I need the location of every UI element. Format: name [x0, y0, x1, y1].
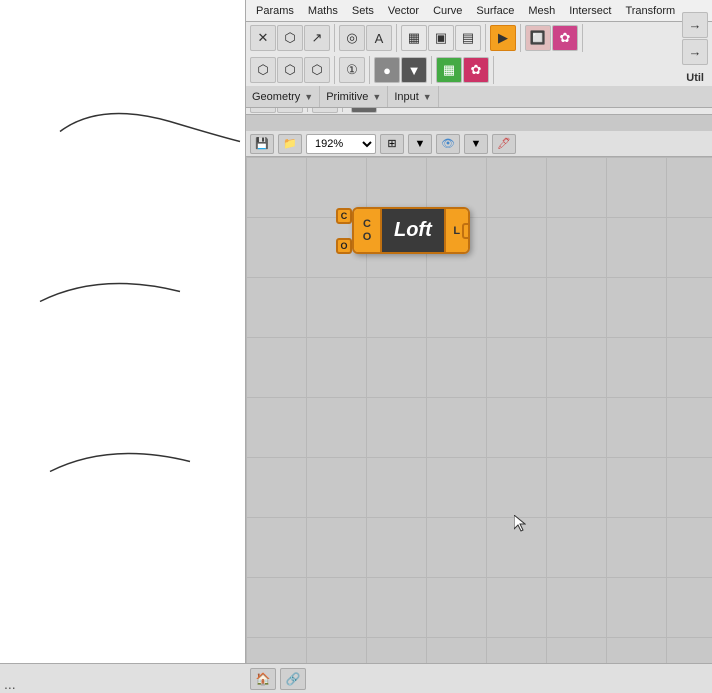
menu-curve[interactable]: Curve: [427, 3, 468, 19]
zoom-select[interactable]: 192%: [306, 134, 376, 154]
node-body[interactable]: C O Loft L: [352, 207, 470, 254]
primitive-label: Primitive: [326, 91, 368, 103]
input-label: Input: [394, 91, 418, 103]
menu-surface[interactable]: Surface: [470, 3, 520, 19]
node-inputs: C O: [336, 208, 352, 254]
left-panel: [0, 0, 246, 663]
menu-sets[interactable]: Sets: [346, 3, 380, 19]
curves-svg: [0, 0, 246, 663]
toolbar-row-1: ✕ ⬡ ↗ ◎ A ▦ ▣ ▤ ▶ 🔲 ✿ → →: [246, 22, 712, 54]
toolbar-section-r2-3: ▦ ✿: [436, 56, 494, 84]
toolbar-btn-text[interactable]: A: [366, 25, 392, 51]
canvas-grid: [246, 157, 712, 663]
category-bar: Geometry ▼ Primitive ▼ Input ▼: [246, 86, 712, 108]
toolbar-btn-cog[interactable]: ⬡: [277, 25, 303, 51]
toolbar-section-3: ▦ ▣ ▤: [401, 24, 486, 52]
node-output-port[interactable]: [462, 223, 470, 239]
arrow-right-1[interactable]: →: [682, 12, 708, 38]
node-port-o[interactable]: O: [336, 238, 352, 254]
toolbar-section-r2-1: ⬡ ⬡ ⬡: [250, 56, 335, 84]
node-title: Loft: [394, 219, 432, 242]
bottom-left-bar: ...: [0, 663, 246, 693]
node-right-label-l: L: [453, 225, 460, 237]
node-left-label-o: O: [363, 231, 372, 243]
util-label: Util: [686, 72, 704, 84]
toolbar-btn-pink[interactable]: 🔲: [525, 25, 551, 51]
save-btn[interactable]: 💾: [250, 134, 274, 154]
btn-hex3[interactable]: ⬡: [304, 57, 330, 83]
btn-input-circle[interactable]: ●: [374, 57, 400, 83]
toolbar-btn-sq2[interactable]: ▤: [455, 25, 481, 51]
toolbar-section-input: ● ▼: [374, 56, 432, 84]
node-top-indicator: [404, 207, 418, 209]
btn-red[interactable]: ✿: [463, 57, 489, 83]
toolbar-btn-sq1[interactable]: ▣: [428, 25, 454, 51]
toolbar-btn-cherry[interactable]: ✿: [552, 25, 578, 51]
dropdown-btn[interactable]: ▼: [408, 134, 432, 154]
loft-node[interactable]: C O C O Loft L: [336, 207, 470, 254]
view-bar: 💾 📁 192% ⊞ ▼ 👁 ▼ 🖊: [246, 131, 712, 157]
menu-transform[interactable]: Transform: [619, 3, 681, 19]
node-left-label-c: C: [363, 218, 371, 230]
toolbar-section-2: ◎ A: [339, 24, 397, 52]
geometry-arrow: ▼: [304, 92, 313, 102]
btn-hex1[interactable]: ⬡: [250, 57, 276, 83]
input-arrow: ▼: [423, 92, 432, 102]
toolbar-btn-circle[interactable]: ◎: [339, 25, 365, 51]
btn-num[interactable]: ①: [339, 57, 365, 83]
eye-btn[interactable]: 👁: [436, 134, 460, 154]
menu-intersect[interactable]: Intersect: [563, 3, 617, 19]
menu-maths[interactable]: Maths: [302, 3, 344, 19]
bottom-bar: 🏠 🔗: [246, 663, 712, 693]
toolbar-btn-x[interactable]: ✕: [250, 25, 276, 51]
menu-bar: Params Maths Sets Vector Curve Surface M…: [246, 0, 712, 22]
toolbar-section-4: ▶: [490, 24, 521, 52]
bottom-btn-home[interactable]: 🏠: [250, 668, 276, 690]
brush-btn[interactable]: 🖊: [492, 134, 516, 154]
primitive-category[interactable]: Primitive ▼: [320, 86, 388, 107]
canvas-area[interactable]: C O C O Loft L: [246, 157, 712, 663]
footer-dots: ...: [4, 676, 16, 692]
bottom-btn-link[interactable]: 🔗: [280, 668, 306, 690]
fit-btn[interactable]: ⊞: [380, 134, 404, 154]
toolbar-btn-cursor[interactable]: ↗: [304, 25, 330, 51]
toolbar-section-5: 🔲 ✿: [525, 24, 583, 52]
toolbar-section-1: ✕ ⬡ ↗: [250, 24, 335, 52]
menu-params[interactable]: Params: [250, 3, 300, 19]
toolbar-section-r2-2: ①: [339, 56, 370, 84]
input-category[interactable]: Input ▼: [388, 86, 438, 107]
btn-hex2[interactable]: ⬡: [277, 57, 303, 83]
node-left-panel: C O: [354, 209, 382, 252]
menu-mesh[interactable]: Mesh: [522, 3, 561, 19]
btn-input-dark[interactable]: ▼: [401, 57, 427, 83]
node-center: Loft: [382, 209, 444, 252]
primitive-arrow: ▼: [372, 92, 381, 102]
menu-vector[interactable]: Vector: [382, 3, 425, 19]
geometry-category[interactable]: Geometry ▼: [246, 86, 320, 107]
toolbar-btn-orange1[interactable]: ▶: [490, 25, 516, 51]
btn-green[interactable]: ▦: [436, 57, 462, 83]
node-port-c[interactable]: C: [336, 208, 352, 224]
geometry-label: Geometry: [252, 91, 300, 103]
toolbar-btn-grid[interactable]: ▦: [401, 25, 427, 51]
toolbar-row-2: ⬡ ⬡ ⬡ ① ● ▼ ▦ ✿ Util: [246, 54, 712, 86]
folder-btn[interactable]: 📁: [278, 134, 302, 154]
eye-dropdown[interactable]: ▼: [464, 134, 488, 154]
